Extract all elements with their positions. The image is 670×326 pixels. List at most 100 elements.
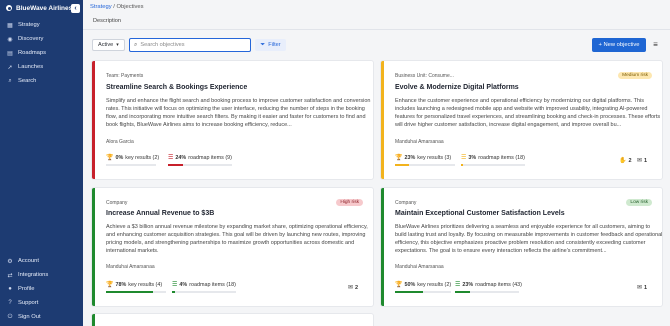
card-description: Simplify and enhance the flight search a… xyxy=(106,98,371,128)
objective-card[interactable]: Team: Payments Streamline Search & Booki… xyxy=(92,61,373,179)
comments-icon: ✉ xyxy=(348,285,354,291)
card-title[interactable]: Increase Annual Revenue to $3B xyxy=(106,210,214,217)
sidebar-item-launches[interactable]: ➚ Launches xyxy=(0,60,83,74)
key-results-metric[interactable]: 🏆 0% key results (2) xyxy=(106,154,160,162)
roadmap-items-label: roadmap items (9) xyxy=(188,154,232,161)
search-box[interactable]: ⌕ xyxy=(129,38,251,52)
roadmap-items-label: roadmap items (43) xyxy=(475,281,522,288)
roadmap-items-metric[interactable]: ☰ 3% roadmap items (18) xyxy=(461,154,525,162)
tab-divider xyxy=(83,29,670,30)
roadmap-icon: ☰ xyxy=(455,282,461,288)
profile-icon: ● xyxy=(8,286,12,292)
sidebar-item-support[interactable]: ? Support xyxy=(0,296,83,310)
roadmap-progress-bar xyxy=(172,291,236,293)
key-results-metric[interactable]: 🏆 23% key results (3) xyxy=(395,154,452,162)
roadmap-items-percent: 23% xyxy=(462,281,474,288)
key-results-label: key results (3) xyxy=(417,154,452,161)
sidebar-item-label: Strategy xyxy=(18,22,40,28)
sidebar: BlueWave Airlines ‹ ▦ Strategy ◉ Discove… xyxy=(0,0,83,326)
trophy-icon: 🏆 xyxy=(395,155,403,161)
card-title[interactable]: Evolve & Modernize Digital Platforms xyxy=(395,84,519,91)
card-title[interactable]: Maintain Exceptional Customer Satisfacti… xyxy=(395,210,565,217)
status-select-value: Active xyxy=(98,42,114,48)
comments-count[interactable]: ✉ 2 xyxy=(348,284,359,292)
key-results-progress-fill xyxy=(395,164,409,166)
trophy-icon: 🏆 xyxy=(395,282,403,288)
roadmap-icon: ☰ xyxy=(172,282,178,288)
view-options-icon[interactable]: ≡ xyxy=(651,40,660,49)
card-description: Achieve a $3 billion annual revenue mile… xyxy=(106,224,368,254)
roadmap-progress-bar xyxy=(168,164,232,166)
key-results-label: key results (4) xyxy=(128,281,163,288)
card-team: Company xyxy=(395,200,417,206)
search-input[interactable] xyxy=(140,42,246,48)
comments-count-value: 2 xyxy=(355,284,359,291)
trophy-icon: 🏆 xyxy=(106,282,114,288)
status-select[interactable]: Active ▾ xyxy=(92,39,125,51)
key-results-metric[interactable]: 🏆 78% key results (4) xyxy=(106,281,163,289)
ideas-count[interactable]: ✋ 2 xyxy=(619,157,632,165)
new-objective-button[interactable]: + New objective xyxy=(592,38,646,52)
objective-card[interactable]: Company High risk Increase Annual Revenu… xyxy=(92,188,373,306)
risk-badge: Low risk xyxy=(626,199,652,206)
roadmap-progress-fill xyxy=(461,164,463,166)
sidebar-item-discovery[interactable]: ◉ Discovery xyxy=(0,32,83,46)
risk-badge: Medium risk xyxy=(618,72,652,79)
comments-count[interactable]: ✉ 1 xyxy=(637,157,648,165)
filter-button[interactable]: ⏷ Filter xyxy=(255,39,286,51)
sidebar-item-account[interactable]: ⚙ Account xyxy=(0,254,83,268)
comments-count-value: 1 xyxy=(644,157,648,164)
comments-count[interactable]: ✉ 1 xyxy=(637,284,648,292)
collapse-sidebar-button[interactable]: ‹ xyxy=(71,4,80,13)
card-status-bar xyxy=(92,61,95,179)
sidebar-item-label: Profile xyxy=(18,286,35,292)
sidebar-item-search[interactable]: ⌕ Search xyxy=(0,74,83,88)
sidebar-item-profile[interactable]: ● Profile xyxy=(0,282,83,296)
roadmap-items-label: roadmap items (18) xyxy=(478,154,525,161)
integrations-icon: ⇄ xyxy=(7,272,13,279)
roadmap-items-metric[interactable]: ☰ 24% roadmap items (9) xyxy=(168,154,232,162)
roadmap-items-metric[interactable]: ☰ 4% roadmap items (18) xyxy=(172,281,236,289)
comments-count-value: 1 xyxy=(644,284,648,291)
objective-card[interactable]: Business Unit: Consume... Medium risk Ev… xyxy=(381,61,662,179)
roadmap-items-label: roadmap items (18) xyxy=(189,281,236,288)
filter-icon: ⏷ xyxy=(260,41,266,48)
roadmap-icon: ☰ xyxy=(168,155,174,161)
ideas-icon: ✋ xyxy=(619,158,627,164)
key-results-percent: 23% xyxy=(404,154,416,161)
key-results-progress-bar xyxy=(106,291,166,293)
card-status-bar xyxy=(92,188,95,306)
card-status-bar xyxy=(381,188,384,306)
sidebar-item-integrations[interactable]: ⇄ Integrations xyxy=(0,268,83,282)
key-results-metric[interactable]: 🏆 50% key results (2) xyxy=(395,281,452,289)
breadcrumb-separator: / xyxy=(113,4,115,10)
breadcrumb: Strategy / Objectives xyxy=(90,4,144,10)
roadmap-items-metric[interactable]: ☰ 23% roadmap items (43) xyxy=(455,281,522,289)
sidebar-item-label: Support xyxy=(18,300,39,306)
ideas-count-value: 2 xyxy=(628,157,632,164)
card-owner: Manduhai Amarsanaa xyxy=(106,264,155,270)
card-title[interactable]: Streamline Search & Bookings Experience xyxy=(106,84,247,91)
key-results-percent: 50% xyxy=(404,281,416,288)
key-results-label: key results (2) xyxy=(417,281,452,288)
sidebar-item-label: Sign Out xyxy=(18,314,41,320)
sidebar-item-strategy[interactable]: ▦ Strategy xyxy=(0,18,83,32)
objective-card[interactable]: Company Low risk Maintain Exceptional Cu… xyxy=(381,188,662,306)
objective-card[interactable] xyxy=(92,314,373,326)
sidebar-item-sign-out[interactable]: ⏻ Sign Out xyxy=(0,310,83,324)
sidebar-item-roadmaps[interactable]: ▤ Roadmaps xyxy=(0,46,83,60)
key-results-label: key results (2) xyxy=(125,154,160,161)
card-owner: Manduhai Amarsanaa xyxy=(395,139,444,145)
key-results-percent: 78% xyxy=(115,281,127,288)
roadmap-items-percent: 4% xyxy=(179,281,188,288)
tab-description[interactable]: Description xyxy=(93,18,121,24)
card-description: BlueWave Airlines prioritizes delivering… xyxy=(395,224,662,254)
chevron-down-icon: ▾ xyxy=(116,42,119,48)
key-results-progress-bar xyxy=(395,291,451,293)
search-icon: ⌕ xyxy=(8,77,12,84)
comments-icon: ✉ xyxy=(637,158,643,164)
key-results-progress-bar xyxy=(395,164,455,166)
strategy-icon: ▦ xyxy=(7,22,13,29)
sidebar-item-label: Discovery xyxy=(18,36,44,42)
breadcrumb-strategy-link[interactable]: Strategy xyxy=(90,4,112,10)
